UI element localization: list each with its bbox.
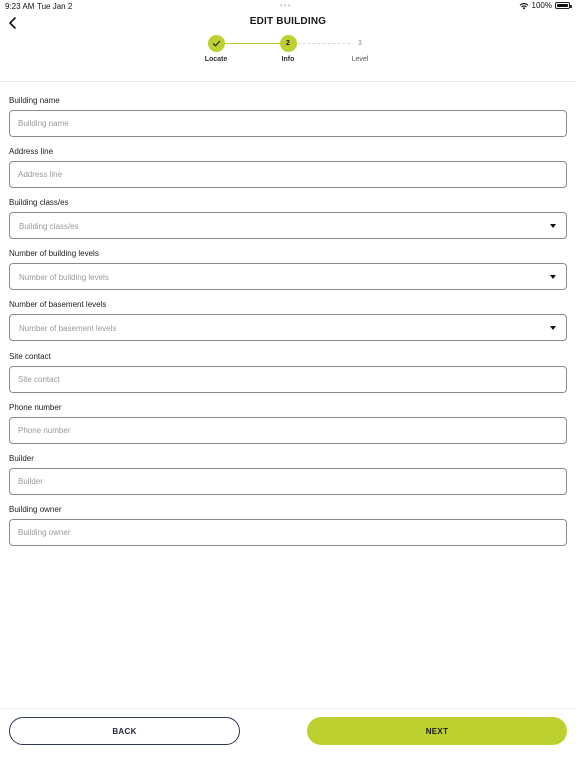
- building-owner-input[interactable]: [10, 520, 566, 545]
- step-label: Level: [351, 56, 369, 63]
- step-label: Info: [281, 56, 295, 63]
- step-info: 2 Info: [268, 35, 308, 63]
- step-completed-circle: [207, 35, 225, 52]
- wifi-icon: [519, 2, 528, 9]
- building-name-label: Building name: [9, 96, 60, 105]
- address-line-label: Address line: [9, 147, 54, 156]
- back-button[interactable]: BACK: [9, 717, 240, 745]
- header: EDIT BUILDING Locate 2 Info 3 Level: [0, 12, 576, 82]
- phone-number-field: [9, 417, 567, 444]
- building-owner-label: Building owner: [9, 505, 62, 514]
- phone-number-input[interactable]: [10, 418, 566, 443]
- status-indicators: 100%: [519, 1, 572, 10]
- status-bar: 9:23 AM Tue Jan 2 ••• 100%: [0, 0, 576, 12]
- builder-label: Builder: [9, 454, 34, 463]
- battery-percent: 100%: [531, 1, 552, 10]
- basement-levels-label: Number of basement levels: [9, 300, 107, 309]
- step-pending-circle: 3: [351, 35, 369, 52]
- site-contact-field: [9, 366, 567, 393]
- building-levels-placeholder: Number of building levels: [19, 273, 109, 282]
- basement-levels-placeholder: Number of basement levels: [19, 324, 117, 333]
- footer-divider: [0, 708, 576, 709]
- step-locate: Locate: [196, 35, 236, 63]
- battery-icon: [555, 2, 572, 9]
- caret-down-icon: [550, 224, 556, 228]
- multitask-dots: •••: [280, 1, 292, 10]
- page-title: EDIT BUILDING: [249, 16, 327, 27]
- checkmark-icon: [212, 40, 220, 47]
- caret-down-icon: [550, 326, 556, 330]
- site-contact-label: Site contact: [9, 352, 51, 361]
- building-class-label: Building class/es: [9, 198, 69, 207]
- address-line-field: [9, 161, 567, 188]
- status-time: 9:23 AM: [5, 2, 35, 11]
- site-contact-input[interactable]: [10, 367, 566, 392]
- phone-number-label: Phone number: [9, 403, 62, 412]
- address-line-input[interactable]: [10, 162, 566, 187]
- basement-levels-select[interactable]: Number of basement levels: [9, 314, 567, 341]
- building-levels-label: Number of building levels: [9, 249, 99, 258]
- step-level: 3 Level: [340, 35, 380, 63]
- building-name-field: [9, 110, 567, 137]
- status-date: Tue Jan 2: [37, 2, 73, 11]
- builder-input[interactable]: [10, 469, 566, 494]
- next-button[interactable]: NEXT: [307, 717, 567, 745]
- building-class-select[interactable]: Building class/es: [9, 212, 567, 239]
- building-name-input[interactable]: [10, 111, 566, 136]
- caret-down-icon: [550, 275, 556, 279]
- stepper: Locate 2 Info 3 Level: [200, 35, 376, 67]
- step-label: Locate: [204, 56, 228, 63]
- building-class-placeholder: Building class/es: [19, 222, 79, 231]
- builder-field: [9, 468, 567, 495]
- step-active-circle: 2: [279, 35, 297, 52]
- building-owner-field: [9, 519, 567, 546]
- building-levels-select[interactable]: Number of building levels: [9, 263, 567, 290]
